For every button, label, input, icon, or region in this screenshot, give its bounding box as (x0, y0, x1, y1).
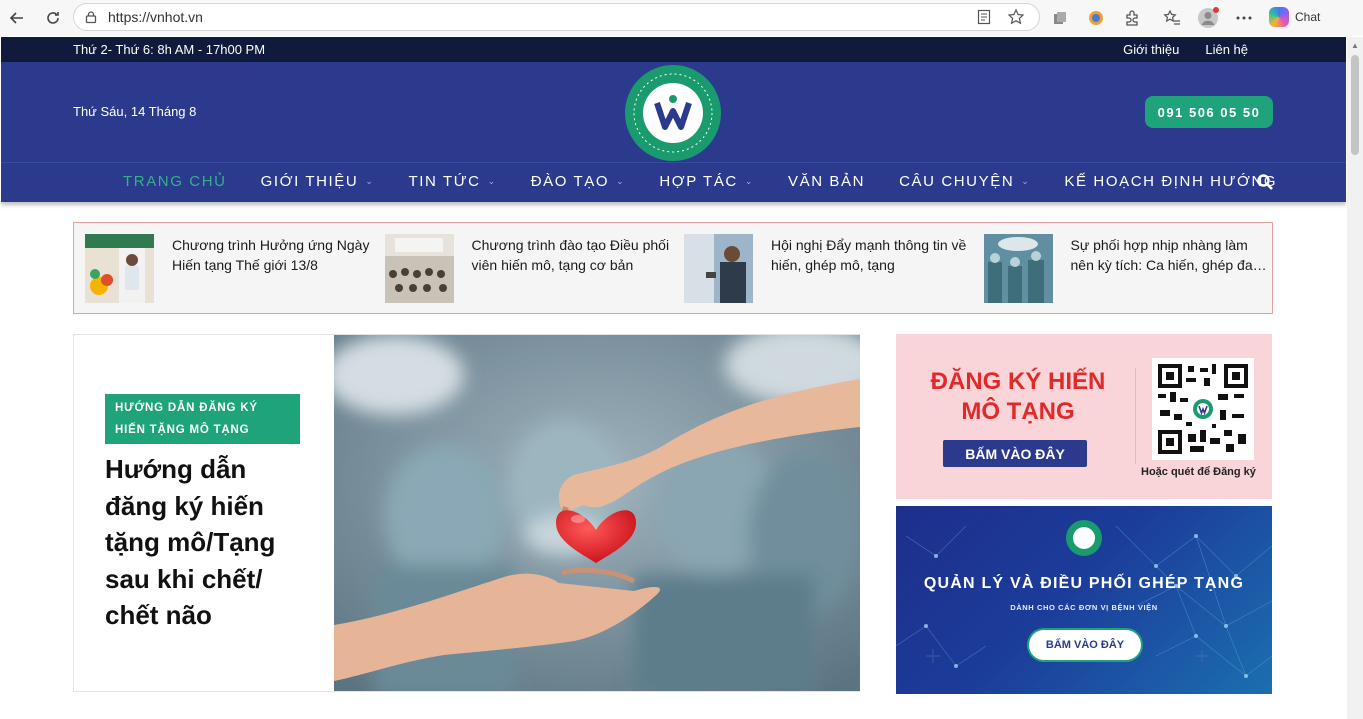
nav-label: GIỚI THIỆU (260, 173, 359, 190)
ticker-item[interactable]: Chương trình đào tạo Điều phối viên hiến… (374, 223, 674, 313)
top-link-about[interactable]: Giới thiệu (1123, 42, 1179, 57)
browser-toolbar: https://vnhot.vn Chat (0, 0, 1363, 36)
banner-heading: QUẢN LÝ VÀ ĐIỀU PHỐI GHÉP TẠNG (923, 575, 1245, 592)
address-bar[interactable]: https://vnhot.vn (73, 3, 1040, 31)
register-donation-banner[interactable]: ĐĂNG KÝ HIẾN MÔ TẠNG BẤM VÀO ĐÂY Hoặc qu… (896, 334, 1272, 499)
article-category-badge[interactable]: HƯỚNG DẪN ĐĂNG KÝ HIẾN TẶNG MÔ TẠNG (105, 394, 300, 444)
current-date: Thứ Sáu, 14 Tháng 8 (73, 104, 197, 119)
ticker-title[interactable]: Chương trình đào tạo Điều phối viên hiến… (472, 235, 674, 275)
url-text[interactable]: https://vnhot.vn (108, 9, 203, 25)
nav-about[interactable]: GIỚI THIỆU ⌄ (261, 173, 375, 190)
copilot-chat-button[interactable]: Chat (1263, 4, 1337, 30)
nav-stories[interactable]: CÂU CHUYỆN ⌄ (899, 173, 1030, 190)
chevron-down-icon: ⌄ (744, 176, 755, 186)
nav-plan[interactable]: KẾ HOẠCH ĐỊNH HƯỚNG (1064, 173, 1277, 190)
reader-mode-icon[interactable] (977, 9, 991, 28)
ticker-title[interactable]: Sự phối hợp nhịp nhàng làm nên kỳ tích: … (1071, 235, 1273, 275)
news-thumbnail[interactable] (684, 234, 753, 303)
copilot-label: Chat (1295, 10, 1321, 24)
favorite-star-icon[interactable] (1007, 8, 1025, 29)
reload-icon[interactable] (42, 7, 64, 29)
web-page: Thứ 2- Thứ 6: 8h AM - 17h00 PM Giới thiệ… (1, 37, 1346, 719)
nav-cooperation[interactable]: HỢP TÁC ⌄ (659, 173, 754, 190)
manage-click-button[interactable]: BẤM VÀO ĐÂY (1029, 630, 1141, 660)
nav-label: VĂN BẢN (788, 173, 866, 190)
main-navigation: TRANG CHỦ GIỚI THIỆU ⌄ TIN TỨC ⌄ ĐÀO TẠO ⌄ … (1, 162, 1346, 202)
news-thumbnail[interactable] (384, 234, 454, 303)
top-link-contact[interactable]: Liên hệ (1205, 42, 1248, 57)
chevron-down-icon: ⌄ (487, 176, 497, 186)
register-click-button[interactable]: BẤM VÀO ĐÂY (943, 440, 1087, 467)
ticker-title[interactable]: Chương trình Hưởng ứng Ngày Hiến tạng Th… (172, 235, 374, 275)
nav-label: TRANG CHỦ (123, 173, 227, 190)
nav-label: CÂU CHUYỆN (899, 173, 1015, 190)
extension-globe-icon[interactable] (1085, 7, 1107, 29)
ticker-item[interactable]: Chương trình Hưởng ứng Ngày Hiến tạng Th… (74, 223, 374, 313)
nav-label: HỢP TÁC (659, 173, 738, 190)
nav-documents[interactable]: VĂN BẢN (788, 173, 865, 190)
nav-training[interactable]: ĐÀO TẠO ⌄ (531, 173, 626, 190)
nav-label: KẾ HOẠCH ĐỊNH HƯỚNG (1064, 173, 1278, 190)
working-hours: Thứ 2- Thứ 6: 8h AM - 17h00 PM (73, 42, 266, 57)
banner-heading: ĐĂNG KÝ HIẾN MÔ TẠNG (930, 368, 1106, 425)
featured-image[interactable] (334, 335, 860, 691)
top-info-bar: Thứ 2- Thứ 6: 8h AM - 17h00 PM Giới thiệ… (1, 37, 1346, 62)
banner-subheading: DÀNH CHO CÁC ĐƠN VỊ BỆNH VIỆN (1010, 603, 1158, 612)
transplant-management-banner[interactable]: QUẢN LÝ VÀ ĐIỀU PHỐI GHÉP TẠNG DÀNH CHO … (896, 506, 1272, 694)
copilot-icon (1269, 7, 1289, 27)
nav-label: ĐÀO TẠO (530, 173, 610, 190)
chevron-down-icon: ⌄ (365, 176, 375, 186)
news-thumbnail[interactable] (85, 234, 154, 303)
nav-news[interactable]: TIN TỨC ⌄ (409, 173, 497, 190)
chevron-down-icon: ⌄ (1021, 176, 1031, 186)
back-icon[interactable] (6, 7, 28, 29)
qr-code-image[interactable] (1152, 358, 1254, 460)
site-header: Thứ Sáu, 14 Tháng 8 091 506 05 50 (1, 62, 1346, 162)
collections-icon[interactable] (1049, 7, 1071, 29)
featured-article[interactable]: HƯỚNG DẪN ĐĂNG KÝ HIẾN TẶNG MÔ TẠNG Hướn… (73, 334, 860, 692)
center-logo-small (1066, 520, 1102, 556)
favorites-icon[interactable] (1161, 7, 1183, 29)
qr-caption: Hoặc quét để Đăng ký (1141, 466, 1256, 478)
profile-avatar-icon[interactable] (1197, 7, 1219, 29)
more-options-icon[interactable] (1233, 7, 1255, 29)
article-title[interactable]: Hướng dẫn đăng ký hiến tặng mô/Tạng sau … (105, 451, 305, 634)
news-ticker: Chương trình Hưởng ứng Ngày Hiến tạng Th… (73, 222, 1273, 314)
nav-label: TIN TỨC (408, 173, 481, 190)
site-logo[interactable] (625, 65, 721, 161)
page-scrollbar[interactable]: ▲ (1347, 37, 1363, 719)
news-thumbnail[interactable] (983, 234, 1053, 303)
hotline-button[interactable]: 091 506 05 50 (1145, 96, 1273, 128)
nav-home[interactable]: TRANG CHỦ (123, 173, 227, 190)
extensions-puzzle-icon[interactable] (1121, 7, 1143, 29)
scrollbar-thumb[interactable] (1351, 55, 1359, 155)
ticker-title[interactable]: Hội nghị Đẩy mạnh thông tin về hiến, ghé… (771, 235, 973, 275)
site-info-icon[interactable] (84, 10, 98, 27)
ticker-item[interactable]: Sự phối hợp nhịp nhàng làm nên kỳ tích: … (973, 223, 1273, 313)
search-icon[interactable] (1256, 173, 1274, 191)
chevron-down-icon: ⌄ (616, 176, 626, 186)
ticker-item[interactable]: Hội nghị Đẩy mạnh thông tin về hiến, ghé… (673, 223, 973, 313)
banner-divider (1135, 368, 1136, 464)
scroll-up-icon[interactable]: ▲ (1351, 41, 1359, 50)
